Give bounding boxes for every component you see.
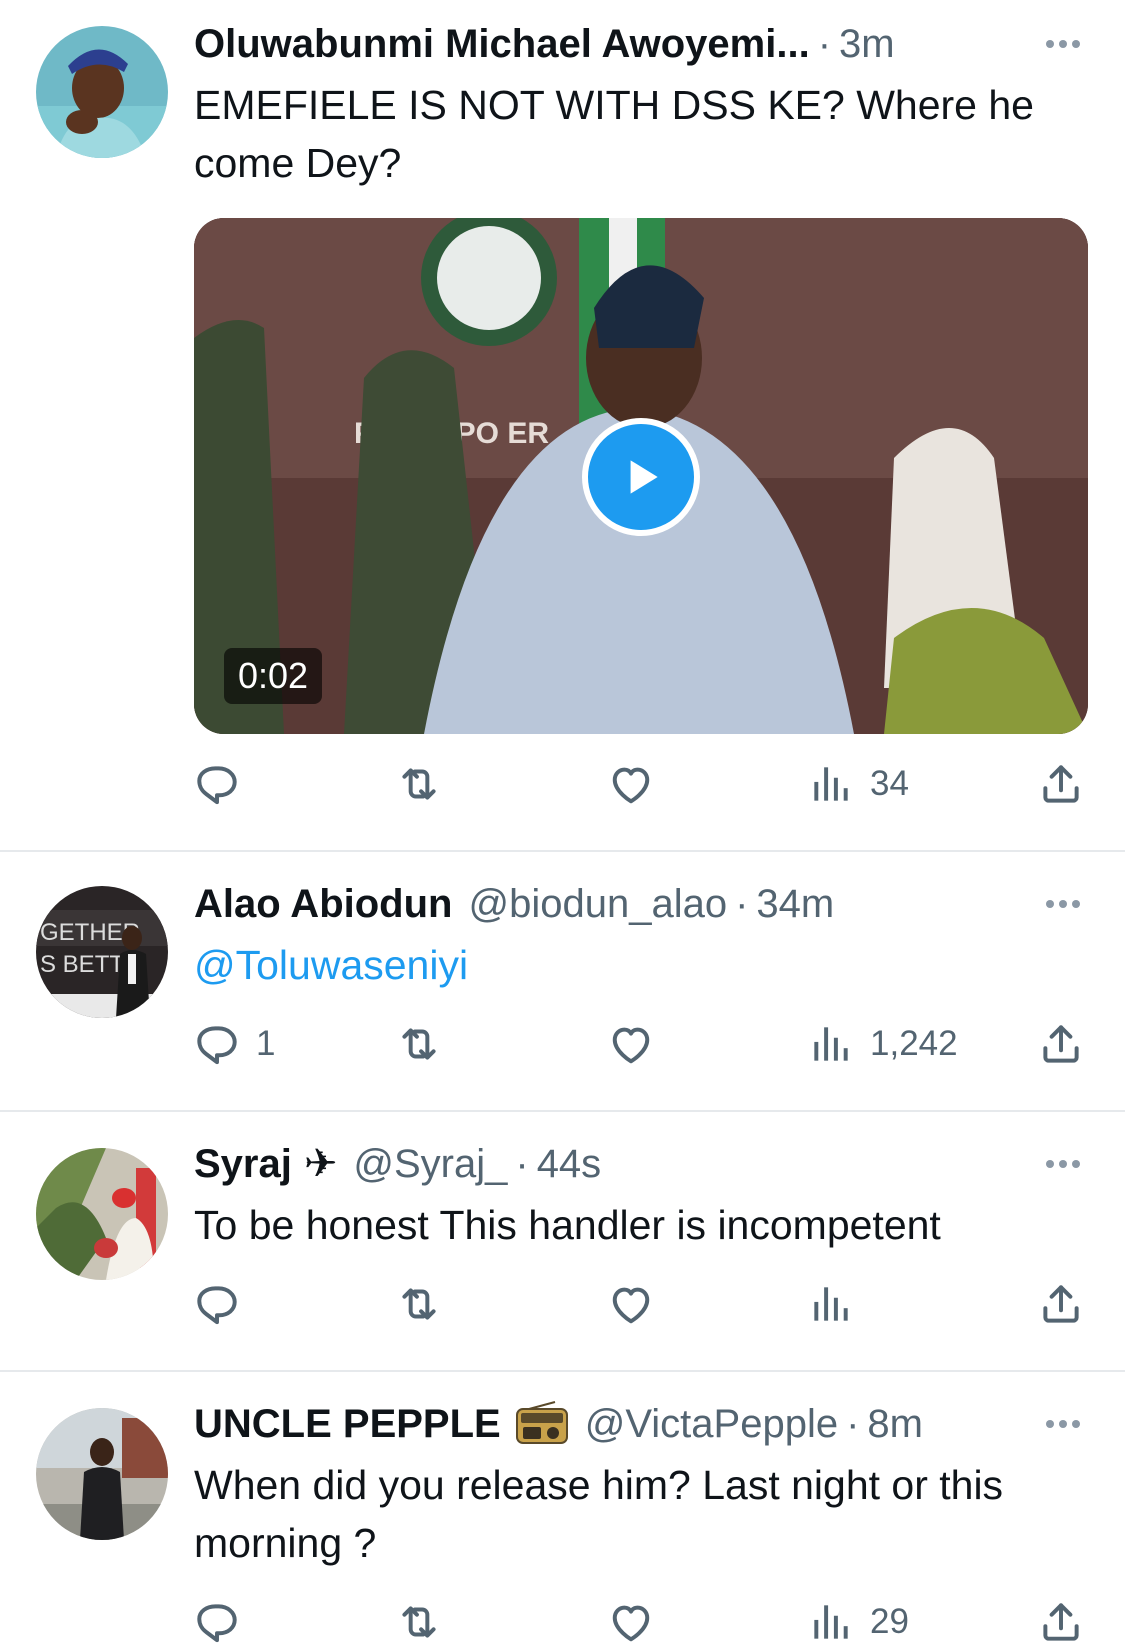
video-player[interactable]: PRI DAPO ER 0:02 bbox=[194, 218, 1088, 734]
retweet-icon bbox=[394, 1279, 444, 1329]
separator-dot: · bbox=[817, 22, 832, 66]
tweet[interactable]: UNCLE PEPPLE @VictaPepple · 8m When did … bbox=[0, 1372, 1125, 1651]
share-icon bbox=[1036, 1279, 1086, 1329]
analytics-icon bbox=[806, 1279, 856, 1329]
retweet-button[interactable] bbox=[394, 1276, 458, 1332]
avatar[interactable] bbox=[36, 1408, 168, 1540]
more-options-icon[interactable] bbox=[1041, 1398, 1085, 1450]
avatar[interactable] bbox=[36, 1148, 168, 1280]
more-options-icon[interactable] bbox=[1041, 18, 1085, 70]
like-button[interactable] bbox=[606, 756, 670, 812]
timestamp[interactable]: 34m bbox=[756, 878, 834, 930]
views-button[interactable]: 29 bbox=[806, 1594, 909, 1650]
share-icon bbox=[1036, 1597, 1086, 1647]
display-name[interactable]: Alao Abiodun bbox=[194, 878, 452, 930]
play-icon bbox=[630, 460, 658, 494]
tweet[interactable]: Oluwabunmi Michael Awoyemi... · 3m EMEFI… bbox=[0, 0, 1125, 830]
share-icon bbox=[1036, 759, 1086, 809]
analytics-icon bbox=[806, 1597, 856, 1647]
more-options-icon[interactable] bbox=[1041, 878, 1085, 930]
airplane-icon: ✈ bbox=[303, 1142, 338, 1186]
view-count: 34 bbox=[870, 764, 909, 803]
tweet-actions: 34 bbox=[194, 756, 1094, 812]
separator-dot: · bbox=[515, 1142, 529, 1186]
more-options-icon[interactable] bbox=[1041, 1138, 1085, 1190]
tweet-text: To be honest This handler is incompetent bbox=[194, 1202, 941, 1248]
reply-icon bbox=[192, 1019, 242, 1069]
timestamp[interactable]: 44s bbox=[537, 1138, 602, 1190]
analytics-icon bbox=[806, 1019, 856, 1069]
share-button[interactable] bbox=[1036, 1016, 1086, 1072]
reply-icon bbox=[192, 1597, 242, 1647]
retweet-icon bbox=[394, 1597, 444, 1647]
play-button[interactable] bbox=[582, 418, 700, 536]
display-name[interactable]: UNCLE PEPPLE bbox=[194, 1398, 501, 1450]
reply-button[interactable] bbox=[192, 1594, 256, 1650]
reply-button[interactable] bbox=[192, 1276, 256, 1332]
separator-dot: · bbox=[846, 1402, 860, 1446]
avatar[interactable]: GETHER S BETT bbox=[36, 886, 168, 1018]
like-button[interactable] bbox=[606, 1276, 670, 1332]
view-count: 1,242 bbox=[870, 1024, 958, 1063]
like-button[interactable] bbox=[606, 1016, 670, 1072]
share-icon bbox=[1036, 1019, 1086, 1069]
tweet-actions: 1 1,242 bbox=[194, 1016, 1094, 1072]
display-name[interactable]: Oluwabunmi Michael Awoyemi... bbox=[194, 18, 810, 70]
view-count: 29 bbox=[870, 1602, 909, 1641]
reply-button[interactable]: 1 bbox=[192, 1016, 275, 1072]
username[interactable]: @Syraj_ bbox=[353, 1138, 507, 1190]
display-name[interactable]: Syraj bbox=[194, 1138, 292, 1190]
separator-dot: · bbox=[735, 882, 749, 926]
heart-icon bbox=[606, 1597, 656, 1647]
reply-icon bbox=[192, 1279, 242, 1329]
tweet[interactable]: Syraj ✈ @Syraj_ · 44s To be honest This … bbox=[0, 1112, 1125, 1370]
share-button[interactable] bbox=[1036, 1276, 1086, 1332]
retweet-icon bbox=[394, 1019, 444, 1069]
share-button[interactable] bbox=[1036, 1594, 1086, 1650]
views-button[interactable] bbox=[806, 1276, 870, 1332]
tweet-actions bbox=[194, 1276, 1094, 1332]
reply-count: 1 bbox=[256, 1024, 276, 1063]
retweet-button[interactable] bbox=[394, 1594, 458, 1650]
analytics-icon bbox=[806, 759, 856, 809]
reply-button[interactable] bbox=[192, 756, 256, 812]
radio-icon bbox=[515, 1401, 569, 1447]
tweet-text: When did you release him? Last night or … bbox=[194, 1462, 1004, 1566]
username[interactable]: @biodun_alao bbox=[468, 878, 727, 930]
video-duration: 0:02 bbox=[224, 648, 323, 704]
heart-icon bbox=[606, 1279, 656, 1329]
retweet-button[interactable] bbox=[394, 1016, 458, 1072]
views-button[interactable]: 34 bbox=[806, 756, 909, 812]
username[interactable]: @VictaPepple bbox=[585, 1398, 838, 1450]
heart-icon bbox=[606, 1019, 656, 1069]
reply-icon bbox=[192, 759, 242, 809]
timestamp[interactable]: 3m bbox=[839, 18, 895, 70]
svg-text:S BETT: S BETT bbox=[40, 951, 124, 978]
tweet-text: EMEFIELE IS NOT WITH DSS KE? Where he co… bbox=[194, 82, 1034, 186]
mention-link[interactable]: @Toluwaseniyi bbox=[194, 942, 468, 988]
avatar[interactable] bbox=[36, 26, 168, 158]
retweet-button[interactable] bbox=[394, 756, 458, 812]
retweet-icon bbox=[394, 759, 444, 809]
tweet-actions: 29 bbox=[194, 1594, 1094, 1650]
tweet[interactable]: GETHER S BETT Alao Abiodun @biodun_alao … bbox=[0, 852, 1125, 1110]
timestamp[interactable]: 8m bbox=[867, 1398, 923, 1450]
share-button[interactable] bbox=[1036, 756, 1086, 812]
like-button[interactable] bbox=[606, 1594, 670, 1650]
heart-icon bbox=[606, 759, 656, 809]
views-button[interactable]: 1,242 bbox=[806, 1016, 958, 1072]
